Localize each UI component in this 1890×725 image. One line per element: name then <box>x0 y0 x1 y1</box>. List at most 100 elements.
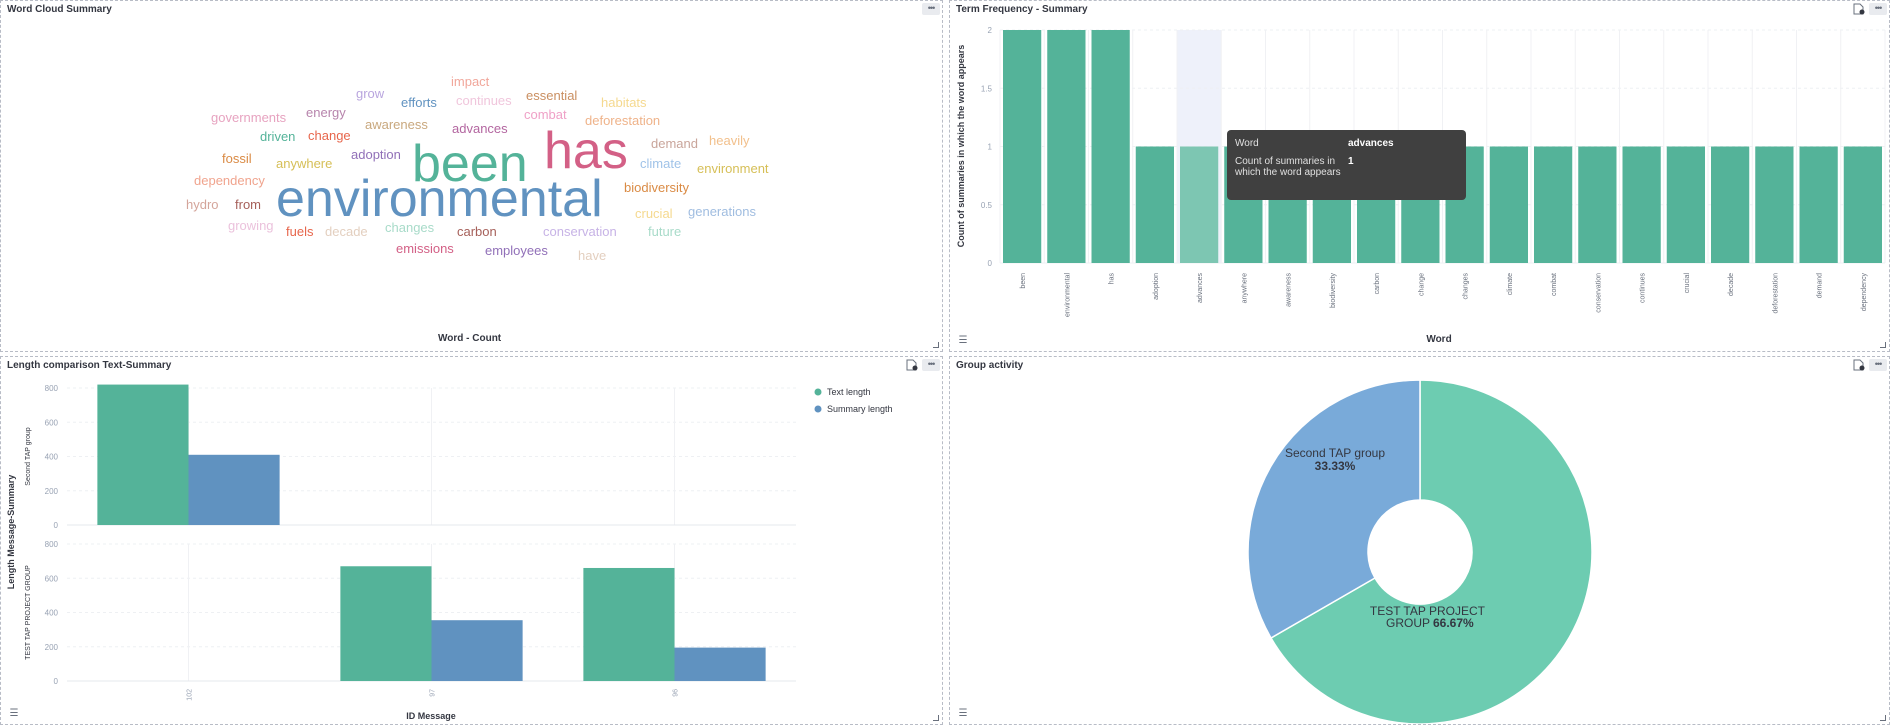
resize-handle-icon[interactable] <box>1880 715 1886 721</box>
word-cloud-word: grow <box>356 86 385 101</box>
word-cloud-word: future <box>648 224 681 239</box>
y-tick-label: 400 <box>45 453 59 462</box>
bar <box>1622 146 1661 263</box>
word-cloud-word: efforts <box>401 95 437 110</box>
resize-handle-icon[interactable] <box>933 342 939 348</box>
legend-toggle-icon[interactable]: ☰ <box>956 708 970 720</box>
y-tick-label: 400 <box>45 609 59 618</box>
word-cloud-panel: Word Cloud Summary ••• environmental has b… <box>0 0 943 352</box>
legend-toggle-icon[interactable]: ☰ <box>7 708 21 720</box>
resize-handle-icon[interactable] <box>1880 342 1886 348</box>
y-tick-label: 1.5 <box>981 84 993 93</box>
word-cloud-word: from <box>235 197 261 212</box>
y-tick-label: 0 <box>54 521 59 530</box>
bar <box>583 567 675 681</box>
word-cloud-word: conservation <box>543 224 617 239</box>
resize-handle-icon[interactable] <box>933 715 939 721</box>
bar <box>188 454 280 525</box>
bar <box>1666 146 1705 263</box>
bar <box>1091 30 1130 263</box>
word-cloud-word: dependency <box>194 173 265 188</box>
x-tick-label: changes <box>1463 273 1470 300</box>
bar <box>674 647 766 681</box>
word-cloud-word: deforestation <box>585 113 660 128</box>
x-axis-title: ID Message <box>406 711 456 721</box>
word-cloud-word: demand <box>651 136 698 151</box>
bar <box>1534 146 1573 263</box>
row-label: TEST TAP PROJECT GROUP <box>25 565 32 660</box>
word-cloud-word: been <box>412 135 528 193</box>
word-cloud-word: change <box>308 128 351 143</box>
x-tick-label: adoption <box>1153 273 1160 300</box>
y-axis-title: Length Message-Summary <box>6 475 16 590</box>
x-tick-label: carbon <box>1374 273 1381 295</box>
x-tick-label: conservation <box>1595 273 1602 313</box>
word-cloud-word: essential <box>526 88 577 103</box>
pie-percent: 66.67% <box>1433 616 1474 630</box>
word-cloud-word: carbon <box>457 224 497 239</box>
y-tick-label: 800 <box>45 540 59 549</box>
y-tick-label: 0 <box>54 677 59 686</box>
bar <box>1135 146 1174 263</box>
pie-label: GROUP <box>1386 616 1430 630</box>
group-activity-pie: Second TAP group33.33%TEST TAP PROJECTGR… <box>1247 379 1593 724</box>
y-tick-label: 600 <box>45 418 59 427</box>
word-cloud-word: have <box>578 248 606 263</box>
x-axis-title: Word <box>1426 334 1451 345</box>
pie-percent: 33.33% <box>1315 459 1356 473</box>
x-tick-label: dependency <box>1861 273 1868 312</box>
word-cloud-axis-label: Word - Count <box>438 333 502 344</box>
y-tick-label: 200 <box>45 643 59 652</box>
x-tick-label: environmental <box>1064 273 1071 317</box>
word-cloud-word: environment <box>697 161 769 176</box>
x-tick-label: decade <box>1728 273 1735 296</box>
x-tick-label: combat <box>1551 273 1558 296</box>
word-cloud-word: governments <box>211 110 287 125</box>
bar <box>340 566 432 681</box>
x-tick-label: been <box>1020 273 1027 289</box>
x-tick-label: anywhere <box>1241 273 1248 303</box>
y-tick-label: 0 <box>988 259 993 268</box>
x-tick-label: demand <box>1817 273 1824 298</box>
word-cloud-word: employees <box>485 243 548 258</box>
word-cloud-word: changes <box>385 220 435 235</box>
x-tick-label: biodiversity <box>1330 273 1337 309</box>
x-tick-label: climate <box>1507 273 1514 295</box>
word-cloud-word: awareness <box>365 117 428 132</box>
x-tick-label: advances <box>1197 273 1204 303</box>
bar <box>1180 146 1219 263</box>
word-cloud-word: impact <box>451 74 490 89</box>
y-tick-label: 600 <box>45 574 59 583</box>
word-cloud-word: generations <box>688 204 756 219</box>
y-tick-label: 1 <box>988 143 993 152</box>
word-cloud-word: has <box>544 122 628 180</box>
bar <box>431 620 523 681</box>
word-cloud-word: crucial <box>635 206 673 221</box>
word-cloud-word: continues <box>456 93 512 108</box>
legend-toggle-icon[interactable]: ☰ <box>956 335 970 347</box>
word-cloud-word: energy <box>306 105 346 120</box>
pie-label: Second TAP group <box>1285 446 1385 460</box>
y-tick-label: 200 <box>45 487 59 496</box>
bar <box>1003 30 1042 263</box>
word-cloud-word: habitats <box>601 95 647 110</box>
row-label: Second TAP group <box>25 427 32 485</box>
x-tick-label: 102 <box>187 689 194 701</box>
word-cloud-word: hydro <box>186 197 219 212</box>
tooltip-value: advances <box>1348 138 1394 149</box>
bar <box>1578 146 1617 263</box>
x-tick-label: crucial <box>1684 273 1691 294</box>
bar <box>1047 30 1086 263</box>
word-cloud: environmentalhasbeengovernments energygro… <box>186 74 769 263</box>
word-cloud-word: adoption <box>351 147 401 162</box>
y-tick-label: 2 <box>988 26 993 35</box>
word-cloud-word: biodiversity <box>624 180 690 195</box>
bar <box>1711 146 1750 263</box>
bar <box>1489 146 1528 263</box>
x-tick-label: deforestation <box>1772 273 1779 314</box>
tooltip-value: 1 <box>1348 156 1354 167</box>
word-cloud-word: growing <box>228 218 274 233</box>
x-tick-label: has <box>1109 273 1116 285</box>
word-cloud-word: decade <box>325 224 368 239</box>
word-cloud-word: advances <box>452 121 508 136</box>
